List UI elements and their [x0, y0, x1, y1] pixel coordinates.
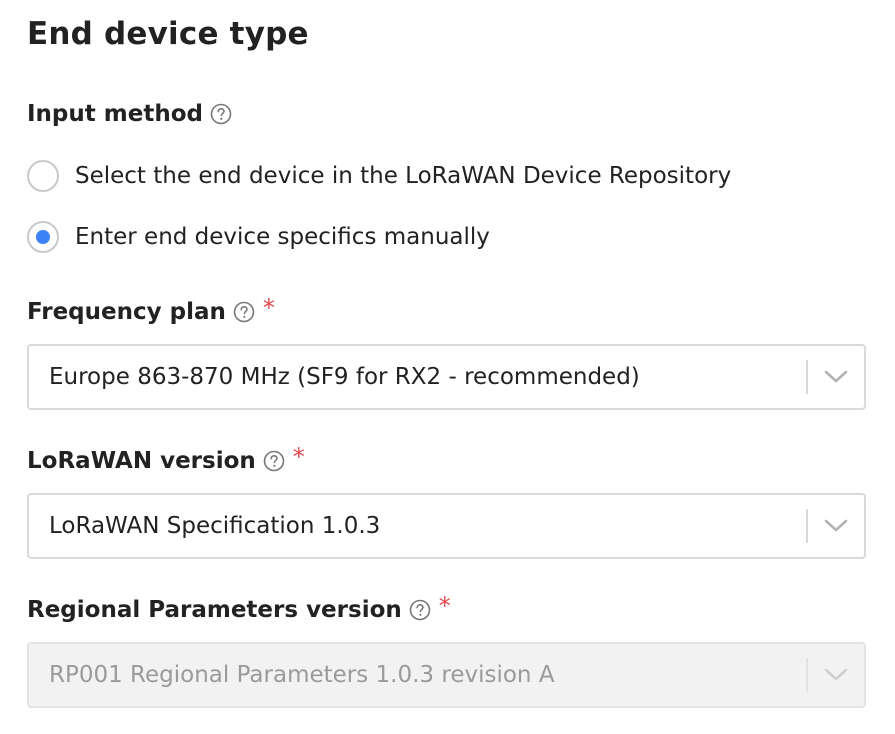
question-circle-icon[interactable] — [233, 301, 255, 323]
frequency-plan-value: Europe 863-870 MHz (SF9 for RX2 - recomm… — [49, 364, 640, 390]
section-title: End device type — [27, 16, 309, 52]
regional-parameters-label: Regional Parameters version — [27, 597, 402, 623]
lorawan-version-select[interactable]: LoRaWAN Specification 1.0.3 — [27, 493, 866, 559]
chevron-down-icon[interactable] — [808, 495, 864, 557]
frequency-plan-select[interactable]: Europe 863-870 MHz (SF9 for RX2 - recomm… — [27, 344, 866, 410]
radio-label-repository: Select the end device in the LoRaWAN Dev… — [75, 163, 732, 189]
regional-parameters-label-row: Regional Parameters version * — [27, 592, 451, 624]
input-method-label: Input method — [27, 101, 203, 127]
required-marker: * — [438, 592, 451, 620]
radio-option-manual[interactable]: Enter end device specifics manually — [27, 221, 490, 253]
radio-button-manual[interactable] — [27, 221, 59, 253]
radio-label-manual: Enter end device specifics manually — [75, 224, 490, 250]
frequency-plan-label-row: Frequency plan * — [27, 294, 275, 326]
required-marker: * — [292, 443, 305, 471]
radio-option-repository[interactable]: Select the end device in the LoRaWAN Dev… — [27, 160, 731, 192]
required-marker: * — [262, 294, 275, 322]
chevron-down-icon — [808, 644, 864, 706]
regional-parameters-value: RP001 Regional Parameters 1.0.3 revision… — [49, 662, 555, 688]
frequency-plan-label: Frequency plan — [27, 299, 226, 325]
input-method-label-row: Input method — [27, 101, 232, 127]
regional-parameters-select: RP001 Regional Parameters 1.0.3 revision… — [27, 642, 866, 708]
lorawan-version-label: LoRaWAN version — [27, 448, 256, 474]
question-circle-icon[interactable] — [409, 599, 431, 621]
question-circle-icon[interactable] — [263, 450, 285, 472]
lorawan-version-value: LoRaWAN Specification 1.0.3 — [49, 513, 381, 539]
radio-button-repository[interactable] — [27, 160, 59, 192]
lorawan-version-label-row: LoRaWAN version * — [27, 443, 305, 475]
question-circle-icon[interactable] — [210, 103, 232, 125]
chevron-down-icon[interactable] — [808, 346, 864, 408]
